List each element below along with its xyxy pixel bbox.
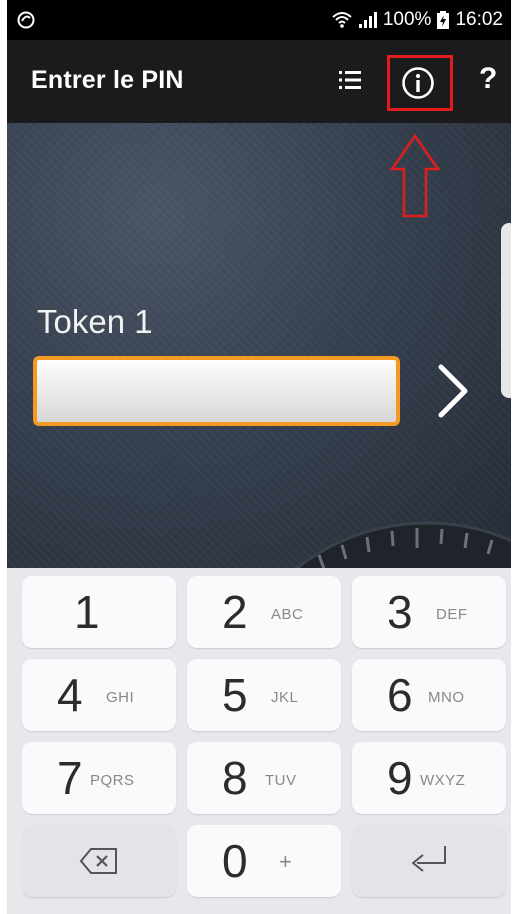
app-sync-icon	[17, 11, 35, 29]
key-digit: 3	[387, 586, 413, 638]
dial-decoration	[294, 521, 511, 568]
status-bar: 100% 16:02	[7, 0, 511, 40]
status-time: 16:02	[455, 9, 503, 30]
key-letters: PQRS	[90, 772, 135, 789]
status-right: 100% 16:02	[331, 0, 503, 40]
key-digit: 9	[387, 752, 413, 804]
help-icon[interactable]: ?	[479, 62, 497, 96]
key-8[interactable]: 8 TUV	[187, 742, 341, 814]
key-1[interactable]: 1	[22, 576, 176, 648]
key-letters: ABC	[271, 606, 304, 623]
key-letters: WXYZ	[420, 772, 466, 789]
key-letters: GHI	[106, 689, 135, 706]
key-5[interactable]: 5 JKL	[187, 659, 341, 731]
info-icon[interactable]	[401, 66, 435, 100]
content-area: Token 1	[7, 123, 511, 568]
key-letters: DEF	[436, 606, 468, 623]
battery-icon	[437, 11, 450, 29]
numeric-keypad: 1 2 ABC 3 DEF 4 GHI 5 JKL 6 MNO 7 PQRS 8…	[7, 568, 511, 914]
key-9[interactable]: 9 WXYZ	[352, 742, 506, 814]
list-icon[interactable]	[339, 70, 361, 90]
key-digit: 0	[222, 835, 248, 887]
battery-percent: 100%	[382, 9, 432, 30]
action-bar: Entrer le PIN ?	[7, 40, 511, 123]
key-letters: JKL	[271, 689, 299, 706]
chevron-right-icon[interactable]	[435, 363, 471, 419]
key-digit: 6	[387, 669, 413, 721]
backspace-icon	[79, 848, 117, 874]
key-letters: TUV	[265, 772, 297, 789]
backspace-key[interactable]	[22, 825, 176, 897]
key-7[interactable]: 7 PQRS	[22, 742, 176, 814]
key-3[interactable]: 3 DEF	[352, 576, 506, 648]
key-digit: 1	[74, 586, 100, 638]
page-title: Entrer le PIN	[31, 66, 184, 94]
enter-key[interactable]	[352, 825, 506, 897]
phone-screen: 100% 16:02 Entrer le PIN ? Token 1 1 2 A…	[7, 0, 511, 914]
key-digit: 7	[57, 752, 83, 804]
key-4[interactable]: 4 GHI	[22, 659, 176, 731]
pin-input[interactable]	[33, 356, 400, 426]
arrow-up-icon	[389, 133, 441, 218]
key-digit: 5	[222, 669, 248, 721]
side-drawer-handle[interactable]	[501, 223, 511, 398]
key-letters: MNO	[428, 689, 465, 706]
key-digit: 8	[222, 752, 248, 804]
token-label: Token 1	[37, 303, 153, 340]
key-digit: 4	[57, 669, 83, 721]
key-digit: 2	[222, 586, 248, 638]
key-0[interactable]: 0 +	[187, 825, 341, 897]
wifi-icon	[332, 12, 352, 28]
key-2[interactable]: 2 ABC	[187, 576, 341, 648]
key-letters: +	[279, 849, 293, 874]
key-6[interactable]: 6 MNO	[352, 659, 506, 731]
enter-icon	[412, 846, 446, 872]
signal-icon	[358, 12, 377, 28]
